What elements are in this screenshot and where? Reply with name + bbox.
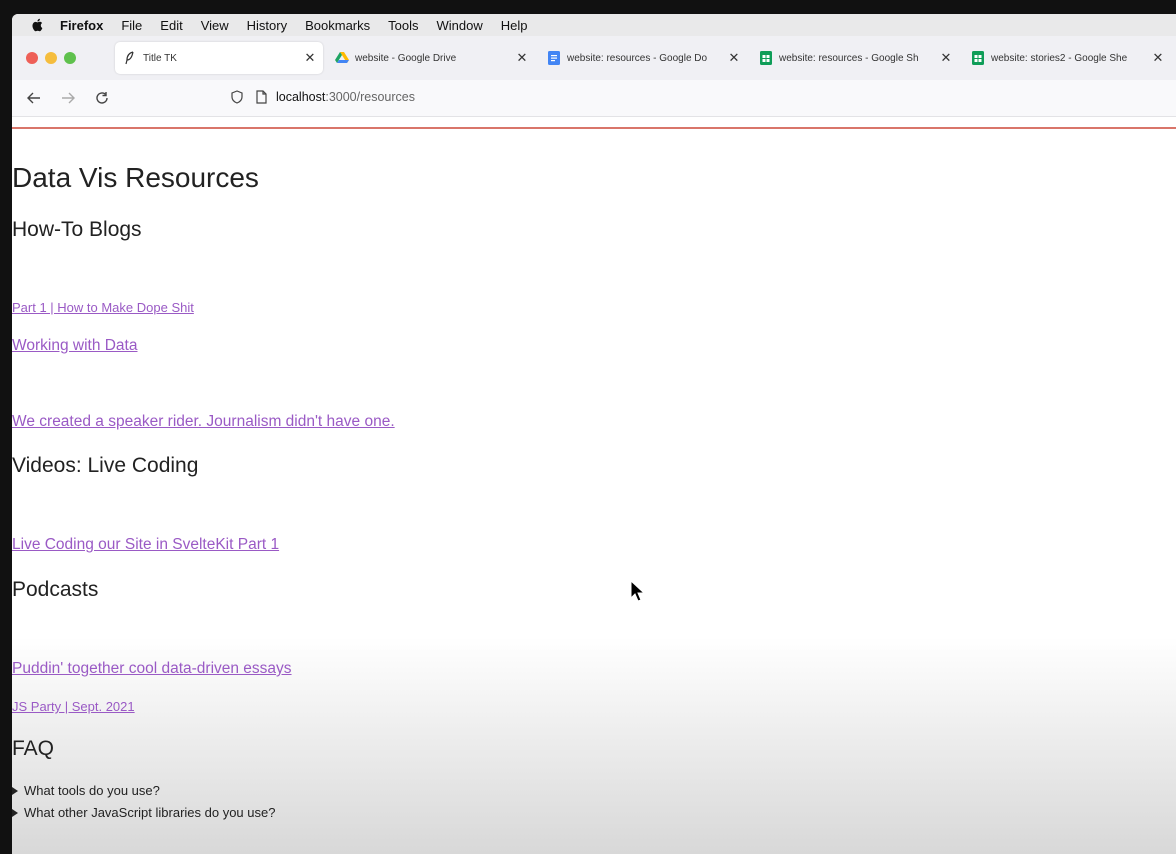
tab-title-tk[interactable]: Title TK ✕ <box>115 42 323 74</box>
tracking-protection-shield-icon[interactable] <box>228 88 246 106</box>
disclosure-triangle-icon <box>12 809 18 817</box>
tab-label: website - Google Drive <box>355 52 457 64</box>
menu-view[interactable]: View <box>201 18 229 33</box>
section-heading-blogs: How-To Blogs <box>12 218 142 241</box>
tab-google-drive[interactable]: website - Google Drive ✕ <box>327 42 535 74</box>
minimize-window-button[interactable] <box>45 52 57 64</box>
apple-icon[interactable] <box>30 17 44 33</box>
link-puddin-essays[interactable]: Puddin' together cool data-driven essays <box>12 660 292 678</box>
close-tab-icon[interactable]: ✕ <box>303 50 317 66</box>
forward-arrow-icon[interactable] <box>58 88 78 108</box>
faq-question: What other JavaScript libraries do you u… <box>24 805 276 820</box>
reload-icon[interactable] <box>92 88 112 108</box>
url-host: localhost <box>276 90 326 104</box>
navigation-bar: localhost:3000/resources <box>12 80 1176 117</box>
menu-bar: Firefox File Edit View History Bookmarks… <box>12 14 1176 36</box>
tab-google-sheets-stories2[interactable]: website: stories2 - Google She ✕ <box>963 42 1171 74</box>
menu-window[interactable]: Window <box>437 18 483 33</box>
page-title: Data Vis Resources <box>12 162 259 193</box>
link-part-1-dope[interactable]: Part 1 | How to Make Dope Shit <box>12 300 194 315</box>
close-tab-icon[interactable]: ✕ <box>727 50 741 66</box>
page-viewport: Data Vis Resources How-To Blogs Part 1 |… <box>12 117 1176 854</box>
faq-item-tools[interactable]: What tools do you use? <box>12 783 160 798</box>
close-tab-icon[interactable]: ✕ <box>1151 50 1165 66</box>
menu-help[interactable]: Help <box>501 18 528 33</box>
page-info-icon[interactable] <box>252 88 270 106</box>
browser-window: Firefox File Edit View History Bookmarks… <box>12 14 1176 854</box>
section-heading-faq: FAQ <box>12 737 55 760</box>
tab-label: website: stories2 - Google She <box>991 52 1128 64</box>
tab-label: Title TK <box>143 52 177 64</box>
disclosure-triangle-icon <box>12 787 18 795</box>
accent-divider <box>12 127 1176 129</box>
close-tab-icon[interactable]: ✕ <box>515 50 529 66</box>
google-sheets-icon <box>759 51 773 65</box>
tab-label: website: resources - Google Do <box>567 52 708 64</box>
link-js-party[interactable]: JS Party | Sept. 2021 <box>12 699 135 714</box>
faq-item-libraries[interactable]: What other JavaScript libraries do you u… <box>12 805 275 820</box>
link-speaker-rider[interactable]: We created a speaker rider. Journalism d… <box>12 413 395 431</box>
tab-label: website: resources - Google Sh <box>779 52 919 64</box>
link-live-coding[interactable]: Live Coding our Site in SvelteKit Part 1 <box>12 536 279 554</box>
mouse-cursor-icon <box>630 580 646 602</box>
close-tab-icon[interactable]: ✕ <box>939 50 953 66</box>
link-working-with-data[interactable]: Working with Data <box>12 337 137 355</box>
back-arrow-icon[interactable] <box>24 88 44 108</box>
address-bar[interactable]: localhost:3000/resources <box>228 82 1168 112</box>
zoom-window-button[interactable] <box>64 52 76 64</box>
menu-app-firefox[interactable]: Firefox <box>60 18 103 33</box>
menu-bookmarks[interactable]: Bookmarks <box>305 18 370 33</box>
google-drive-icon <box>335 51 349 65</box>
menu-edit[interactable]: Edit <box>160 18 182 33</box>
tab-google-sheets-resources[interactable]: website: resources - Google Sh ✕ <box>751 42 959 74</box>
feather-icon <box>123 51 137 65</box>
menu-file[interactable]: File <box>121 18 142 33</box>
section-heading-videos: Videos: Live Coding <box>12 454 199 477</box>
tab-google-docs-resources[interactable]: website: resources - Google Do ✕ <box>539 42 747 74</box>
menu-tools[interactable]: Tools <box>388 18 418 33</box>
google-docs-icon <box>547 51 561 65</box>
menu-history[interactable]: History <box>247 18 287 33</box>
google-sheets-icon <box>971 51 985 65</box>
tab-strip: Title TK ✕ website - Google Drive ✕ webs… <box>12 36 1176 80</box>
url-path: :3000/resources <box>325 90 415 104</box>
section-heading-podcasts: Podcasts <box>12 578 99 601</box>
close-window-button[interactable] <box>26 52 38 64</box>
faq-question: What tools do you use? <box>24 783 160 798</box>
